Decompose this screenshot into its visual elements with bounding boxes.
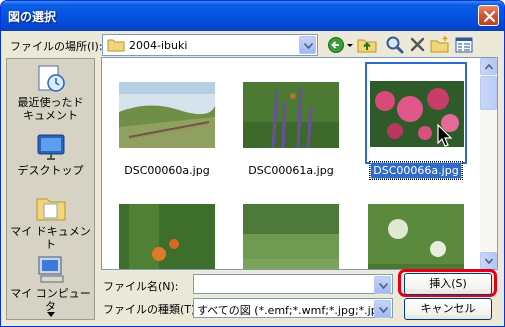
vertical-scrollbar[interactable] — [480, 58, 497, 269]
file-list[interactable]: DSC00060a.jpg DSC00061a.jpg DSC00066a.jp… — [101, 57, 498, 270]
look-in-value: 2004-ibuki — [129, 39, 188, 52]
desktop-icon — [37, 134, 65, 160]
up-folder-button[interactable] — [357, 35, 377, 55]
views-button[interactable] — [454, 35, 474, 55]
place-recent-documents[interactable]: 最近使ったド キュメント — [7, 63, 94, 123]
delete-button[interactable] — [408, 35, 428, 55]
close-button[interactable] — [478, 5, 499, 26]
place-desktop[interactable]: デスクトップ — [7, 131, 94, 181]
hillside-photo — [119, 82, 215, 148]
insert-button[interactable]: 挿入(S) — [404, 273, 492, 295]
thumbnail-file-4[interactable] — [119, 204, 215, 269]
new-folder-icon — [430, 36, 449, 53]
place-label-line1: 最近使ったド — [17, 96, 84, 109]
chevron-down-icon — [304, 43, 313, 49]
chevron-down-icon — [379, 283, 388, 289]
look-in-dropdown-button[interactable] — [299, 36, 316, 54]
file-name: DSC00061a.jpg — [248, 164, 334, 177]
filetype-dropdown[interactable]: すべての図 (*.emf;*.wmf;*.jpg;*.jpeg;*. — [193, 298, 393, 318]
up-folder-icon — [357, 39, 377, 53]
filetype-dropdown-button[interactable] — [374, 300, 391, 318]
title-bar[interactable]: 図の選択 — [1, 1, 504, 31]
thumbnail-file-5[interactable] — [243, 204, 339, 269]
meadow-photo — [243, 204, 339, 269]
chevron-up-icon — [485, 64, 493, 70]
chevron-down-icon — [47, 312, 55, 317]
place-label-line1: デスクトップ — [17, 164, 84, 177]
lily-photo — [119, 204, 215, 269]
file-name: DSC00060a.jpg — [124, 164, 210, 177]
filetype-value: すべての図 (*.emf;*.wmf;*.jpg;*.jpeg;*. — [197, 304, 375, 317]
new-folder-button[interactable] — [430, 35, 450, 55]
search-web-icon — [386, 36, 404, 54]
my-documents-icon — [36, 198, 66, 221]
small-down-arrow-icon — [347, 44, 353, 47]
filename-dropdown-button[interactable] — [374, 276, 391, 294]
back-icon — [328, 37, 344, 53]
filename-label: ファイル名(N): — [103, 280, 179, 293]
thumbnail-dsc00066a[interactable] — [365, 62, 467, 164]
scroll-up-button[interactable] — [480, 58, 497, 75]
place-label-line2: キュメント — [23, 109, 78, 122]
look-in-dropdown[interactable]: 2004-ibuki — [102, 34, 318, 56]
back-button[interactable] — [327, 35, 347, 55]
look-in-label: ファイルの場所(I): — [10, 40, 103, 53]
search-web-button[interactable] — [385, 35, 405, 55]
place-label-line1: マイ ドキュメント — [10, 225, 91, 251]
chevron-down-icon — [379, 307, 388, 313]
chevron-down-icon — [485, 258, 493, 264]
close-icon — [483, 10, 496, 23]
cancel-button[interactable]: キャンセル — [404, 298, 492, 320]
views-icon — [455, 37, 473, 53]
insert-picture-dialog: 図の選択 ファイルの場所(I): 2004-ibuki 最近使ったド キュメント… — [0, 0, 505, 327]
scroll-down-button[interactable] — [480, 252, 497, 269]
my-computer-icon — [38, 256, 64, 283]
filetype-label: ファイルの種類(T): — [103, 303, 200, 316]
places-bar: 最近使ったド キュメント デスクトップ マイ ドキュメント マイ コンピュータ — [6, 58, 95, 320]
back-dropdown[interactable] — [345, 35, 355, 55]
place-my-computer[interactable]: マイ コンピュータ — [7, 254, 94, 313]
folder-icon — [107, 39, 125, 52]
scroll-thumb[interactable] — [480, 76, 497, 110]
recent-documents-icon — [38, 65, 65, 92]
white-flower-photo — [368, 204, 464, 269]
window-title: 図の選択 — [8, 10, 57, 24]
file-name-selected: DSC00066a.jpg — [356, 161, 476, 180]
mouse-cursor-icon — [437, 124, 453, 147]
filename-input[interactable] — [193, 274, 393, 294]
place-my-documents[interactable]: マイ ドキュメント — [7, 192, 94, 251]
thumbnail-file-6[interactable] — [368, 204, 464, 269]
thumbnail-dsc00061a[interactable] — [243, 66, 339, 162]
thumbnail-dsc00060a[interactable] — [119, 66, 215, 162]
places-scroll-down[interactable] — [47, 307, 55, 320]
purple-flower-photo — [243, 82, 339, 148]
delete-icon — [410, 37, 425, 52]
